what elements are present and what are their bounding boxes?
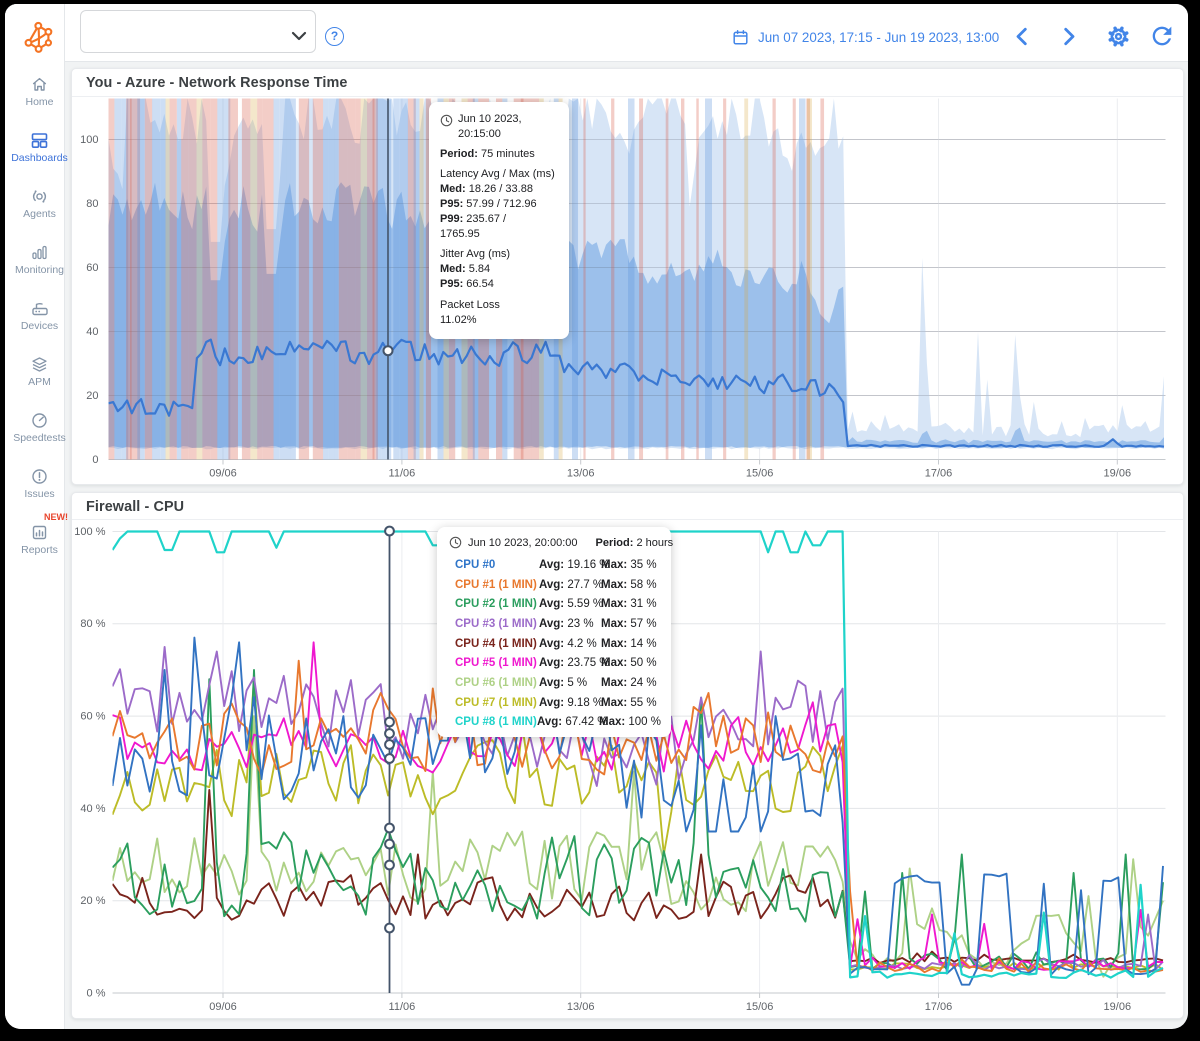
svg-text:100 %: 100 % — [74, 526, 105, 538]
svg-text:60 %: 60 % — [80, 711, 105, 723]
svg-text:17/06: 17/06 — [925, 468, 953, 480]
svg-text:40 %: 40 % — [80, 803, 105, 815]
svg-text:0 %: 0 % — [87, 987, 106, 999]
svg-text:19/06: 19/06 — [1104, 1001, 1132, 1013]
svg-text:60: 60 — [86, 262, 98, 274]
svg-text:11/06: 11/06 — [389, 468, 416, 480]
svg-text:13/06: 13/06 — [567, 1001, 595, 1013]
svg-text:15/06: 15/06 — [746, 468, 774, 480]
svg-text:13/06: 13/06 — [567, 468, 595, 480]
svg-text:17/06: 17/06 — [925, 1001, 953, 1013]
svg-text:80 %: 80 % — [80, 618, 105, 630]
svg-text:11/06: 11/06 — [389, 1001, 416, 1013]
svg-text:20 %: 20 % — [80, 895, 105, 907]
svg-text:0: 0 — [92, 454, 98, 466]
svg-text:80: 80 — [86, 198, 98, 210]
svg-text:20: 20 — [86, 390, 98, 402]
svg-text:09/06: 09/06 — [209, 1001, 237, 1013]
svg-text:15/06: 15/06 — [746, 1001, 774, 1013]
svg-text:09/06: 09/06 — [209, 468, 237, 480]
svg-text:40: 40 — [86, 326, 98, 338]
svg-text:100: 100 — [80, 134, 98, 146]
svg-text:19/06: 19/06 — [1104, 468, 1132, 480]
